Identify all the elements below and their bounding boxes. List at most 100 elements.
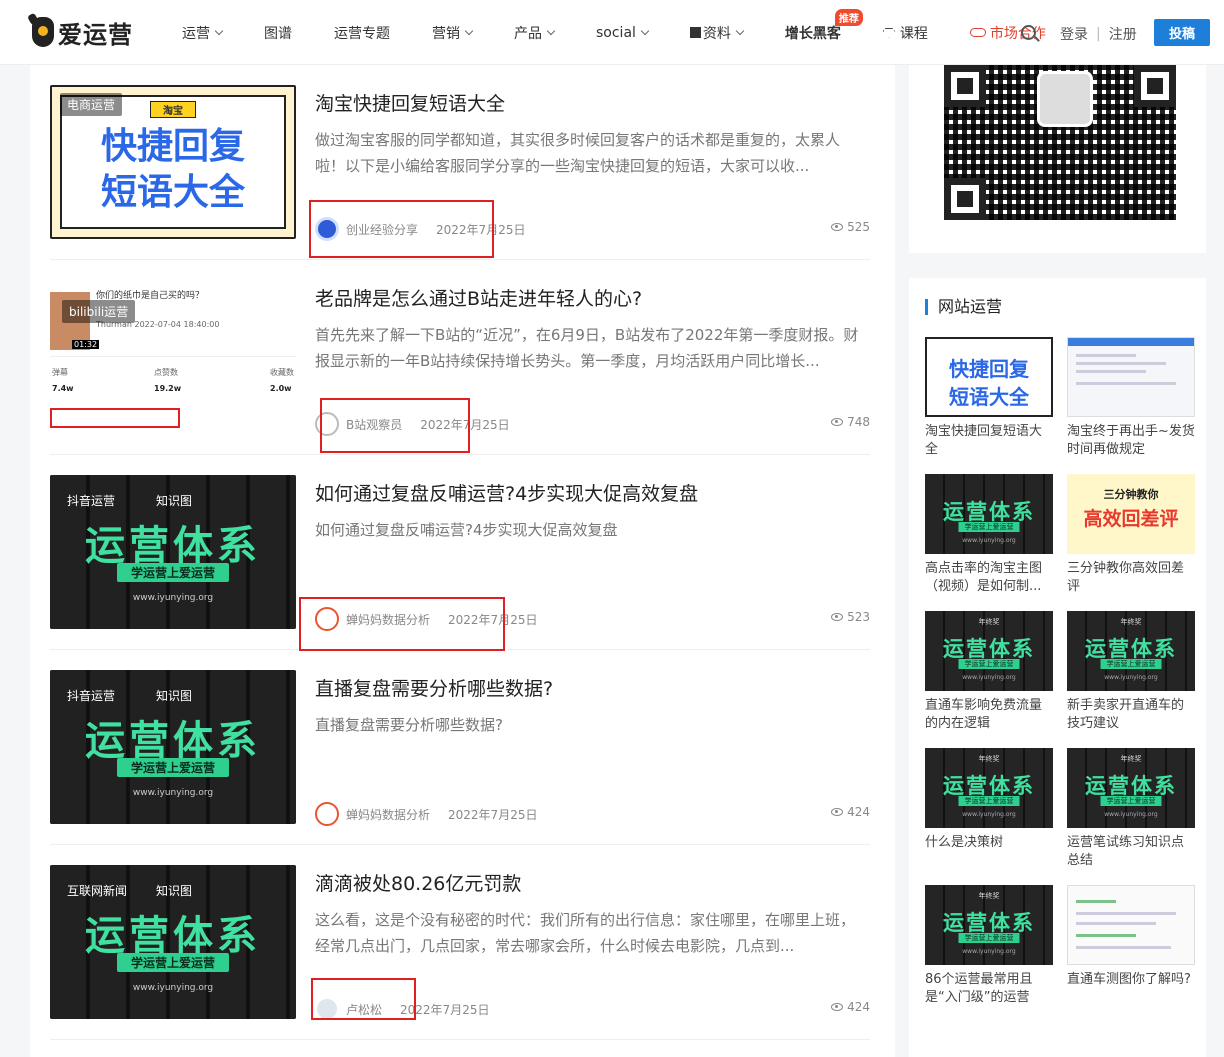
view-count-value: 424	[847, 1000, 870, 1014]
post-button[interactable]: 投稿	[1154, 19, 1210, 46]
author-name[interactable]: 蝉妈妈数据分析	[346, 806, 430, 823]
sidebar-item[interactable]: 年终奖 运营体系 学运营上爱运营 www.iyunying.org 什么是决策树	[925, 748, 1053, 870]
sidebar-thumbnail[interactable]: 年终奖 运营体系 学运营上爱运营 www.iyunying.org	[1067, 748, 1195, 828]
thumb-slogan: 学运营上爱运营	[116, 563, 230, 582]
nav-item-tupu[interactable]: 图谱	[264, 23, 292, 43]
category-tag[interactable]: 电商运营	[60, 93, 123, 116]
sidebar-thumbnail[interactable]: 年终奖 运营体系 学运营上爱运营 www.iyunying.org	[925, 885, 1053, 965]
article-excerpt: 做过淘宝客服的同学都知道，其实很多时候回复客户的话术都是重复的，太累人啦！以下是…	[315, 131, 841, 175]
sidebar-item-title[interactable]: 高点击率的淘宝主图（视频）是如何制...	[925, 560, 1053, 596]
view-count: 424	[831, 1000, 870, 1014]
sidebar-item[interactable]: 年终奖 运营体系 学运营上爱运营 www.iyunying.org 新手卖家开直…	[1067, 611, 1195, 733]
article-thumbnail[interactable]: 抖音运营 知识图 运营体系 学运营上爱运营 www.iyunying.org	[50, 670, 296, 824]
thumb-url: www.iyunying.org	[132, 593, 214, 603]
article-title[interactable]: 如何通过复盘反哺运营?4步实现大促高效复盘	[315, 479, 698, 506]
highlight-box	[50, 408, 180, 428]
qr-finder	[944, 65, 986, 107]
thumb-slogan: 学运营上爱运营	[1100, 796, 1162, 806]
thumb-line: 快捷回复	[100, 126, 245, 167]
nav-item-product[interactable]: 产品	[514, 23, 556, 43]
nav-item-courses[interactable]: 课程	[882, 23, 928, 43]
sidebar-item[interactable]: 三分钟教你 高效回差评 三分钟教你高效回差评	[1067, 474, 1195, 596]
sidebar-item-title[interactable]: 淘宝快捷回复短语大全	[925, 423, 1053, 459]
thumb-url: www.iyunying.org	[132, 983, 214, 993]
category-tag[interactable]: 抖音运营	[67, 492, 115, 509]
nav-item-topics[interactable]: 运营专题	[334, 23, 390, 43]
nav-label: 运营	[182, 25, 210, 42]
thumb-url: www.iyunying.org	[1104, 811, 1158, 818]
chevron-down-icon	[640, 26, 650, 35]
site-logo[interactable]: 爱运营	[32, 15, 133, 49]
chevron-down-icon	[464, 26, 474, 35]
register-link[interactable]: 注册	[1109, 24, 1137, 44]
nav-item-marketing[interactable]: 营销	[432, 23, 474, 43]
nav-item-yunying[interactable]: 运营	[182, 23, 224, 43]
thumb-line: 短语大全	[100, 172, 245, 213]
eye-icon	[831, 808, 844, 816]
nav-label: 产品	[514, 25, 542, 42]
category-tag[interactable]: 互联网新闻	[67, 882, 127, 899]
sidebar-item-title[interactable]: 淘宝终于再出手~发货时间再做规定	[1067, 423, 1195, 459]
search-icon[interactable]	[1021, 25, 1036, 40]
sidebar-item-title[interactable]: 三分钟教你高效回差评	[1067, 560, 1195, 596]
site-header: 爱运营 运营 图谱 运营专题 营销 产品 social 资料 增长黑客 推荐 课程…	[0, 0, 1224, 65]
chevron-down-icon	[735, 26, 745, 35]
sidebar-item[interactable]: 年终奖 运营体系 学运营上爱运营 www.iyunying.org 86个运营最…	[925, 885, 1053, 1007]
secondary-tag[interactable]: 知识图	[156, 687, 192, 704]
sidebar-item-title[interactable]: 什么是决策树	[925, 834, 1053, 870]
sidebar-item-title[interactable]: 新手卖家开直通车的技巧建议	[1067, 697, 1195, 733]
sidebar-thumbnail[interactable]: 年终奖 运营体系 学运营上爱运营 www.iyunying.org	[925, 748, 1053, 828]
article-title[interactable]: 老品牌是怎么通过B站走进年轻人的心?	[315, 284, 642, 311]
nav-label: 图谱	[264, 25, 292, 42]
sidebar-item[interactable]: 淘宝终于再出手~发货时间再做规定	[1067, 337, 1195, 459]
article-meta: 蝉妈妈数据分析 2022年7月25日	[315, 802, 537, 826]
eye-icon	[831, 223, 844, 231]
sidebar-item[interactable]: 直通车测图你了解吗?	[1067, 885, 1195, 1007]
nav-item-social[interactable]: social	[596, 25, 650, 41]
sidebar-item[interactable]: 年终奖 运营体系 学运营上爱运营 www.iyunying.org 直通车影响免…	[925, 611, 1053, 733]
recommend-badge: 推荐	[834, 8, 863, 26]
thumb-line: 三分钟教你	[1103, 488, 1159, 501]
category-tag[interactable]: bilibili运营	[62, 300, 136, 323]
sidebar-item[interactable]: 运营体系 学运营上爱运营 www.iyunying.org 高点击率的淘宝主图（…	[925, 474, 1053, 596]
sidebar-thumbnail[interactable]: 快捷回复 短语大全	[925, 337, 1053, 417]
thumb-text: 7.4w	[52, 384, 74, 393]
sidebar-item[interactable]: 年终奖 运营体系 学运营上爱运营 www.iyunying.org 运营笔试练习…	[1067, 748, 1195, 870]
thumb-slogan: 学运营上爱运营	[958, 659, 1020, 669]
nav-item-resources[interactable]: 资料	[689, 23, 745, 43]
login-link[interactable]: 登录	[1060, 24, 1088, 44]
sidebar-thumbnail[interactable]: 年终奖 运营体系 学运营上爱运营 www.iyunying.org	[925, 611, 1053, 691]
thumb-url: www.iyunying.org	[962, 674, 1016, 681]
sidebar-item[interactable]: 快捷回复 短语大全 淘宝快捷回复短语大全	[925, 337, 1053, 459]
chevron-down-icon	[546, 26, 556, 35]
thumb-row	[1076, 946, 1171, 949]
article-thumbnail[interactable]: 淘宝 快捷回复 短语大全 电商运营	[50, 85, 296, 239]
article-thumbnail[interactable]: 互联网新闻 知识图 运营体系 学运营上爱运营 www.iyunying.org	[50, 865, 296, 1019]
sidebar-item-title[interactable]: 直通车影响免费流量的内在逻辑	[925, 697, 1053, 733]
secondary-tag[interactable]: 知识图	[156, 492, 192, 509]
sidebar-thumbnail[interactable]	[1067, 885, 1195, 965]
sidebar-thumbnail[interactable]: 年终奖 运营体系 学运营上爱运营 www.iyunying.org	[1067, 611, 1195, 691]
sidebar-item-title[interactable]: 直通车测图你了解吗?	[1067, 971, 1195, 1007]
article-title[interactable]: 直播复盘需要分析哪些数据?	[315, 674, 553, 701]
sidebar-thumbnail[interactable]: 三分钟教你 高效回差评	[1067, 474, 1195, 554]
category-tag[interactable]: 抖音运营	[67, 687, 115, 704]
sidebar-item-title[interactable]: 86个运营最常用且是“入门级”的运营专...	[925, 971, 1053, 1007]
thumb-slogan: 学运营上爱运营	[116, 758, 230, 777]
thumb-row	[1076, 900, 1116, 903]
annotation-box	[309, 200, 494, 258]
article-thumbnail[interactable]: 抖音运营 知识图 运营体系 学运营上爱运营 www.iyunying.org	[50, 475, 296, 629]
sidebar-item-title[interactable]: 运营笔试练习知识点总结	[1067, 834, 1195, 870]
thumb-text: 19.2w	[154, 384, 182, 393]
article-item: 抖音运营 知识图 运营体系 学运营上爱运营 www.iyunying.org 直…	[50, 650, 870, 845]
view-count: 523	[831, 610, 870, 624]
secondary-tag[interactable]: 知识图	[156, 882, 192, 899]
author-avatar[interactable]	[315, 802, 339, 826]
article-title[interactable]: 淘宝快捷回复短语大全	[315, 89, 505, 116]
article-title[interactable]: 滴滴被处80.26亿元罚款	[315, 869, 521, 896]
sidebar-thumbnail[interactable]: 运营体系 学运营上爱运营 www.iyunying.org	[925, 474, 1053, 554]
nav-item-growth-hacker[interactable]: 增长黑客 推荐	[785, 8, 863, 43]
qr-finder	[1134, 65, 1176, 107]
sidebar-thumbnail[interactable]	[1067, 337, 1195, 417]
article-thumbnail[interactable]: 你们的纸巾是自己买的吗？ Thurman 2022-07-04 18:40:00…	[50, 280, 296, 434]
